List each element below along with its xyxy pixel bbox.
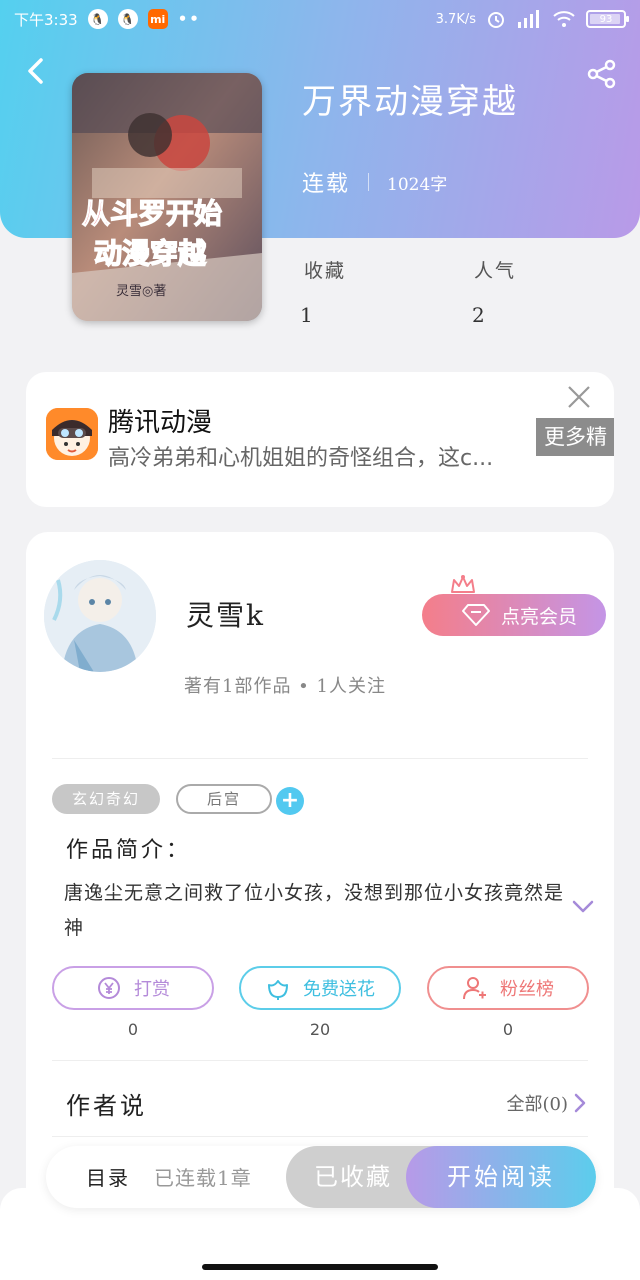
tag-sub[interactable]: 后宫 [176,784,272,814]
divider [52,758,588,759]
vip-button[interactable]: 点亮会员 [422,594,606,636]
cover-author: 灵雪◎著 [116,284,166,299]
stat-value: 2 [472,303,485,327]
stat-popularity: 人气 2 [472,256,517,327]
author-say-title: 作者说 [66,1092,147,1120]
fans-label: 粉丝榜 [500,979,554,1000]
more-notifications-icon: •• [177,10,201,28]
flower-label: 免费送花 [303,979,375,1000]
signal-icon [518,10,539,28]
fans-count: 0 [502,1020,514,1039]
status-bar: 下午3:33 🐧 🐧 mi •• 3.7K/s 93 [0,0,640,38]
alarm-icon [488,12,504,28]
book-status: 连载 [302,172,351,197]
battery-icon: 93 [586,10,629,28]
user-icon [463,977,486,1000]
book-meta: 连载 1024字 [302,166,447,198]
stat-label: 人气 [474,260,517,282]
toc-status[interactable]: 已连载1章 [154,1162,252,1191]
author-say-all-link[interactable]: 全部(0) [507,1090,587,1116]
stat-value: 1 [300,303,313,327]
divider [52,1060,588,1061]
home-indicator[interactable] [202,1264,438,1270]
intro-text: 唐逸尘无意之间救了位小女孩，没想到那位小女孩竟然是神 [64,882,565,939]
network-speed: 3.7K/s [435,11,476,27]
qq-icon: 🐧 [87,9,108,29]
author-works: 著有1部作品 • 1人关注 [184,676,386,697]
reward-count: 0 [127,1020,139,1039]
add-tag-button[interactable]: + [276,787,304,815]
battery-level: 93 [599,13,613,25]
start-reading-button[interactable]: 开始阅读 [406,1146,596,1208]
vip-label: 点亮会员 [500,605,577,628]
ad-title: 腾讯动漫 [108,408,213,438]
intro-label: 作品简介： [66,838,192,863]
chevron-right-icon [574,1093,586,1113]
back-button[interactable] [22,56,52,86]
diamond-icon [461,604,490,626]
meta-divider [368,173,370,191]
yen-coin-icon [98,977,120,999]
fans-rank-button[interactable]: 粉丝榜 [427,966,589,1010]
stat-label: 收藏 [304,260,347,282]
cover-illustration: 从斗罗开始 动漫穿越 灵雪◎著 [72,73,262,321]
ad-close-button[interactable] [566,384,592,410]
ad-more-button[interactable]: 更多精 [536,418,614,456]
close-icon [568,386,590,408]
share-icon [587,59,616,89]
chevron-down-icon [572,900,594,913]
send-flower-button[interactable]: 免费送花 [239,966,401,1010]
tencent-comic-logo [46,408,98,460]
chevron-left-icon [28,58,43,84]
author-say-all-label: 全部(0) [506,1094,569,1115]
divider [52,1136,588,1137]
author-avatar[interactable] [44,560,156,672]
qq-icon: 🐧 [117,9,138,29]
cover-title-2: 动漫穿越 [94,237,207,270]
ad-card[interactable]: 腾讯动漫 高冷弟弟和心机姐姐的奇怪组合，这c... 更多精 [26,372,614,507]
toc-button[interactable]: 目录 [86,1162,130,1191]
crown-icon [451,575,475,593]
book-cover[interactable]: 从斗罗开始 动漫穿越 灵雪◎著 [72,73,262,321]
author-name[interactable]: 灵雪k [186,594,265,634]
status-time: 下午3:33 [14,10,78,29]
stat-collect: 收藏 1 [300,256,347,327]
reward-button[interactable]: 打赏 [52,966,214,1010]
flower-count: 20 [309,1020,331,1039]
book-title: 万界动漫穿越 [302,82,518,122]
share-button[interactable] [586,58,618,90]
bottom-action-bar: 目录 已连载1章 已收藏 开始阅读 [46,1146,596,1208]
flower-icon [268,980,288,1000]
cover-title-1: 从斗罗开始 [82,197,222,230]
ad-description: 高冷弟弟和心机姐姐的奇怪组合，这c... [108,446,494,471]
word-count: 1024字 [387,174,448,195]
mi-icon: mi [147,9,168,29]
expand-intro-button[interactable] [572,898,594,914]
wifi-icon [553,11,575,27]
reward-label: 打赏 [134,979,170,1000]
tag-genre[interactable]: 玄幻奇幻 [52,784,160,814]
